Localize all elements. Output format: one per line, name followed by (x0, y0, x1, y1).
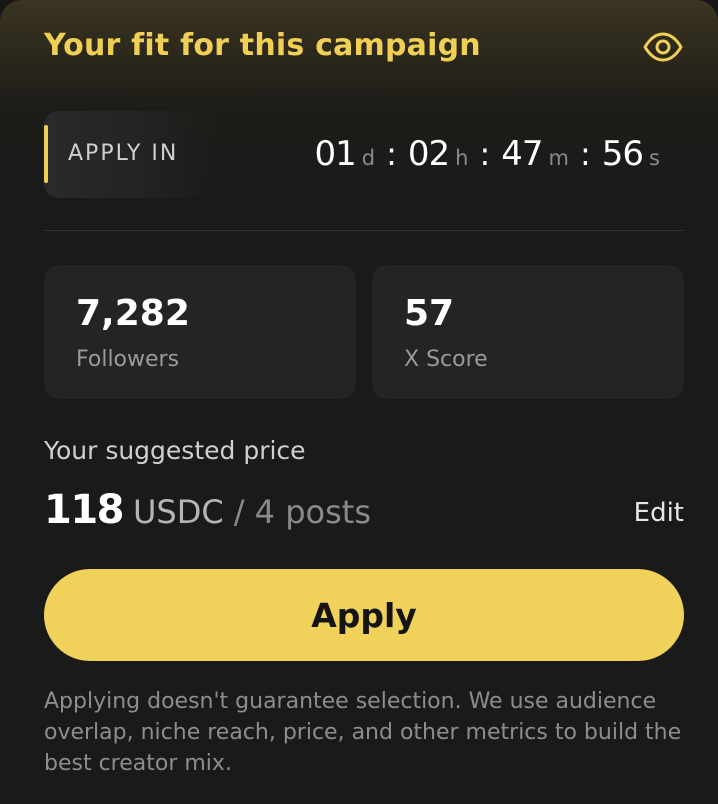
countdown-separator: : (479, 135, 491, 173)
countdown-hours-unit: h (455, 146, 469, 170)
x-score-stat-tile: 57 X Score (372, 265, 684, 399)
price-amount: 118 (44, 487, 125, 533)
edit-price-button[interactable]: Edit (634, 498, 684, 528)
followers-label: Followers (76, 347, 180, 372)
card-title: Your fit for this campaign (44, 28, 481, 63)
countdown-seconds-unit: s (649, 146, 660, 170)
x-score-value: 57 (404, 293, 455, 334)
countdown-minutes: 47 (501, 134, 543, 174)
suggested-price: 118 USDC / 4 posts (44, 487, 371, 533)
followers-value: 7,282 (76, 293, 190, 334)
eye-icon[interactable] (642, 30, 684, 64)
apply-in-label: APPLY IN (68, 141, 179, 166)
accent-bar (44, 125, 48, 183)
countdown-days: 01 (314, 134, 357, 174)
countdown-hours: 02 (407, 134, 450, 174)
countdown-separator: : (386, 135, 397, 173)
price-currency: USDC (133, 493, 224, 531)
countdown-seconds: 56 (601, 134, 644, 174)
price-per-posts: / 4 posts (233, 493, 371, 531)
countdown-minutes-unit: m (548, 146, 569, 170)
x-score-label: X Score (404, 347, 488, 372)
followers-stat-tile: 7,282 Followers (44, 265, 356, 399)
suggested-price-label: Your suggested price (44, 436, 306, 465)
campaign-fit-card: Your fit for this campaign APPLY IN 01 d… (0, 0, 718, 804)
disclaimer-text: Applying doesn't guarantee selection. We… (44, 689, 682, 776)
apply-in-badge: APPLY IN (44, 111, 220, 198)
countdown-days-unit: d (361, 146, 376, 170)
apply-button[interactable]: Apply (44, 569, 684, 661)
divider (44, 230, 684, 231)
countdown-separator: : (580, 135, 591, 173)
countdown-timer: 01 d : 02 h : 47 m : 56 s (315, 134, 660, 174)
